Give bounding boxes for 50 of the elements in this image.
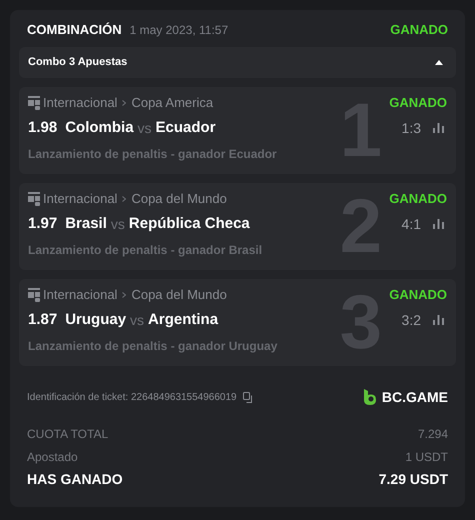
total-value: 1 USDT [405, 448, 448, 466]
league-logo-icon [28, 96, 40, 110]
status-label: GANADO [390, 21, 448, 40]
league-logo-icon [28, 192, 40, 206]
stats-icon[interactable] [433, 315, 444, 325]
stats-icon[interactable] [433, 219, 444, 229]
league-name: Copa America [131, 94, 214, 112]
team-name: República Checa [128, 214, 250, 234]
league-name: Copa del Mundo [131, 190, 227, 208]
total-value: 7.294 [418, 426, 448, 442]
chevron-right-icon [122, 292, 126, 298]
bet-market: Lanzamiento de penaltis - ganador Ecuador [28, 146, 278, 163]
team-name: Uruguay [65, 310, 126, 330]
team-name: Brasil [65, 214, 107, 234]
copy-icon[interactable] [242, 392, 254, 402]
match-score: 3:2 [402, 310, 421, 330]
match-score: 1:3 [402, 118, 421, 138]
bet-market: Lanzamiento de penaltis - ganador Uruguay [28, 338, 278, 355]
chevron-right-icon [122, 196, 126, 202]
league-category: Internacional [43, 286, 118, 304]
versus-label: vs [138, 118, 152, 138]
bet-odds: 1.98 [28, 118, 58, 138]
ticket-date: 1 may 2023, 11:57 [130, 22, 228, 39]
brand-name: BC.GAME [382, 388, 448, 406]
chevron-right-icon [122, 100, 126, 106]
league-category: Internacional [43, 94, 118, 112]
status-label: GANADO [389, 94, 447, 112]
versus-label: vs [110, 214, 125, 234]
team-name: Ecuador [156, 118, 216, 138]
versus-label: vs [130, 310, 144, 330]
stats-icon[interactable] [433, 123, 444, 133]
total-label: Apostado [27, 448, 78, 466]
team-name: Colombia [65, 118, 134, 138]
match-score: 4:1 [402, 214, 421, 234]
league-logo-icon [28, 288, 40, 302]
ticket-id: Identificación de ticket: 2264849631554966019 [27, 390, 237, 404]
total-label: HAS GANADO [27, 470, 123, 489]
bet-market: Lanzamiento de penaltis - ganador Brasil [28, 242, 264, 259]
combo-toggle[interactable]: Combo 3 Apuestas [19, 47, 456, 78]
total-value: 7.29 USDT [378, 470, 448, 489]
status-label: GANADO [389, 286, 447, 304]
bet-odds: 1.97 [28, 214, 58, 234]
bet-odds: 1.87 [28, 310, 58, 330]
ticket-title: COMBINACIÓN [27, 21, 122, 40]
league-name: Copa del Mundo [131, 286, 227, 304]
brand-logo-icon [362, 388, 377, 406]
status-label: GANADO [389, 190, 447, 208]
total-label: CUOTA TOTAL [27, 426, 108, 442]
league-category: Internacional [43, 190, 118, 208]
team-name: Argentina [148, 310, 218, 330]
